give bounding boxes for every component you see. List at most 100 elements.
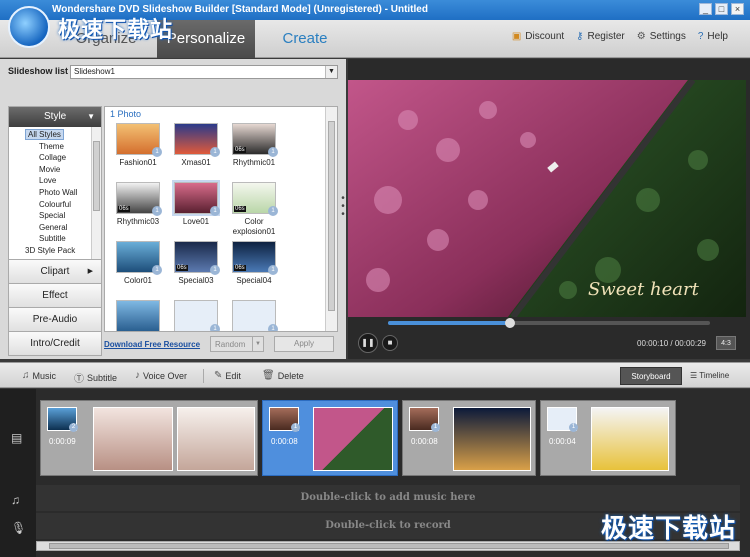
- delete-button[interactable]: 🗑 Delete: [262, 370, 304, 381]
- chevron-right-icon: ▶: [87, 268, 93, 275]
- aspect-ratio-button[interactable]: 4:3: [716, 336, 736, 350]
- seek-bar[interactable]: [388, 318, 710, 328]
- duration-badge: 06s: [234, 265, 246, 271]
- voice-over-button[interactable]: ♪ Voice Over: [135, 370, 187, 381]
- style-category-header[interactable]: Style ▼: [9, 107, 101, 127]
- style-thumbnail[interactable]: 06s 1 Rhythmic01: [225, 123, 283, 168]
- clip-count: 2: [69, 423, 78, 432]
- clip-count: 1: [569, 423, 578, 432]
- register-link[interactable]: ⚷ Register: [576, 31, 625, 42]
- clipart-button[interactable]: Clipart ▶: [9, 259, 101, 283]
- photo-count-badge: 1: [268, 265, 278, 275]
- clip-thumbnail: 1: [409, 407, 440, 432]
- style-thumbnail-image: 1: [116, 123, 162, 157]
- photo-woman-1[interactable]: [93, 407, 173, 471]
- tree-scrollbar[interactable]: [91, 127, 101, 259]
- clip-count: 1: [431, 423, 440, 432]
- style-thumbnail[interactable]: 06s 1 Special04: [225, 241, 283, 286]
- style-thumbnail-label: Xmas01: [181, 158, 211, 167]
- clip-thumbnail: 1: [269, 407, 300, 432]
- photo-count-badge: 1: [152, 147, 162, 157]
- personalize-panel: Slideshow list : Slideshow1 ▼ Style ▼ Al…: [0, 59, 346, 359]
- style-thumbnail[interactable]: 1 Xmas01: [167, 123, 225, 168]
- style-thumbnail-label: Color01: [123, 276, 152, 285]
- style-thumbnail[interactable]: 1: [167, 300, 225, 331]
- maximize-button[interactable]: □: [715, 3, 728, 15]
- effect-button[interactable]: Effect: [9, 283, 101, 307]
- tree-item-collage[interactable]: Collage: [25, 152, 101, 164]
- pause-button[interactable]: ❚❚: [358, 333, 378, 353]
- music-track-icon: ♫: [11, 493, 20, 507]
- delete-label: Delete: [277, 370, 304, 381]
- thumbnails-scrollbar[interactable]: [325, 107, 337, 331]
- style-thumbnail[interactable]: 06s 1 Special03: [167, 241, 225, 286]
- photo-count-badge: 1: [210, 206, 220, 216]
- intro-credit-button[interactable]: Intro/Credit: [9, 331, 101, 355]
- video-preview[interactable]: Sweet heart: [348, 80, 746, 317]
- style-thumbnail-image: 06s 1: [116, 182, 162, 216]
- tree-item-general[interactable]: General: [25, 222, 101, 234]
- style-thumbnail[interactable]: 06s 1 Rhythmic03: [109, 182, 167, 227]
- tree-item-special[interactable]: Special: [25, 210, 101, 222]
- help-link[interactable]: ? Help: [698, 31, 728, 42]
- photo-aerial-forest[interactable]: [313, 407, 393, 471]
- thumbnails-scroll-thumb[interactable]: [328, 121, 335, 311]
- storyboard-clip[interactable]: 1 0:00:04: [540, 400, 676, 476]
- photo-woman-2[interactable]: [177, 407, 255, 471]
- watermark-bottom: 极速下载站: [600, 513, 736, 543]
- photo-count-badge: 1: [210, 324, 220, 331]
- style-thumbnail[interactable]: 1: [225, 300, 283, 331]
- subtitle-button[interactable]: Ⓣ Subtitle: [74, 370, 117, 386]
- tree-scroll-thumb[interactable]: [93, 141, 100, 211]
- photo-count-badge: 1: [152, 265, 162, 275]
- close-button[interactable]: ×: [731, 3, 744, 15]
- style-thumbnail[interactable]: 1 Love01: [167, 180, 225, 227]
- tree-item-photo-wall[interactable]: Photo Wall: [25, 187, 101, 199]
- music-button[interactable]: ♫ Music: [22, 370, 56, 381]
- tree-item-colourful[interactable]: Colourful: [25, 199, 101, 211]
- style-thumbnail-label: Special03: [178, 276, 214, 285]
- style-thumbnail[interactable]: 1 Fashion01: [109, 123, 167, 168]
- panel-splitter[interactable]: • • •: [340, 194, 346, 225]
- style-thumbnail-label: Fashion01: [119, 158, 157, 167]
- style-thumbnail-image: [116, 300, 160, 331]
- style-thumbnail-image: 1: [172, 180, 220, 216]
- stop-button[interactable]: ■: [382, 335, 398, 351]
- photo-count-badge: 1: [268, 147, 278, 157]
- tree-item-subtitle[interactable]: Subtitle: [25, 233, 101, 245]
- storyboard-clip[interactable]: 1 0:00:08: [402, 400, 536, 476]
- style-thumbnail[interactable]: [109, 300, 167, 331]
- style-thumbnail[interactable]: 1 Color01: [109, 241, 167, 286]
- discount-link[interactable]: ▣ Discount: [512, 31, 564, 42]
- photo-yellow-car[interactable]: [591, 407, 669, 471]
- seek-handle[interactable]: [505, 318, 516, 328]
- photo-castle-night[interactable]: [453, 407, 531, 471]
- chevron-down-icon[interactable]: ▼: [325, 66, 337, 78]
- style-tree: All Styles Theme Collage Movie Love Phot…: [9, 127, 101, 259]
- minimize-button[interactable]: _: [699, 3, 712, 15]
- tree-item-theme[interactable]: Theme: [25, 141, 101, 153]
- style-thumbnail[interactable]: 06s 1 Color explosion01: [225, 182, 283, 237]
- video-frame: Sweet heart: [348, 80, 746, 317]
- storyboard-view-button[interactable]: Storyboard: [620, 367, 682, 385]
- category-column: Style ▼ All Styles Theme Collage Movie L…: [8, 106, 102, 356]
- tree-item-love[interactable]: Love: [25, 175, 101, 187]
- download-free-resource-link[interactable]: Download Free Resource: [104, 340, 200, 349]
- thumbnail-grid: 1 Fashion01 1 Xmas01 06s 1 Rhythmic01 06s 1 Rhyth…: [105, 121, 337, 331]
- clip-thumbnail: 2: [47, 407, 78, 432]
- edit-button[interactable]: ✎ Edit: [214, 370, 241, 381]
- storyboard-clip-selected[interactable]: 1 0:00:08: [262, 400, 398, 476]
- tab-create[interactable]: Create: [255, 20, 355, 58]
- storyboard-clip[interactable]: 2 0:00:09: [40, 400, 258, 476]
- tree-item-movie[interactable]: Movie: [25, 164, 101, 176]
- tree-item-3d-style-pack[interactable]: 3D Style Pack: [25, 245, 101, 257]
- settings-link[interactable]: ⚙ Settings: [637, 31, 686, 42]
- style-thumbnail-image: 1: [174, 300, 220, 331]
- timeline-view-button[interactable]: ☰ Timeline: [690, 367, 729, 385]
- pre-audio-button[interactable]: Pre-Audio: [9, 307, 101, 331]
- tree-item-all-styles[interactable]: All Styles: [25, 129, 101, 141]
- random-select[interactable]: Random ▼: [210, 336, 264, 352]
- apply-button[interactable]: Apply: [274, 336, 334, 352]
- slideshow-select[interactable]: Slideshow1 ▼: [70, 65, 338, 79]
- style-thumbnail-label: Color explosion01: [232, 217, 276, 236]
